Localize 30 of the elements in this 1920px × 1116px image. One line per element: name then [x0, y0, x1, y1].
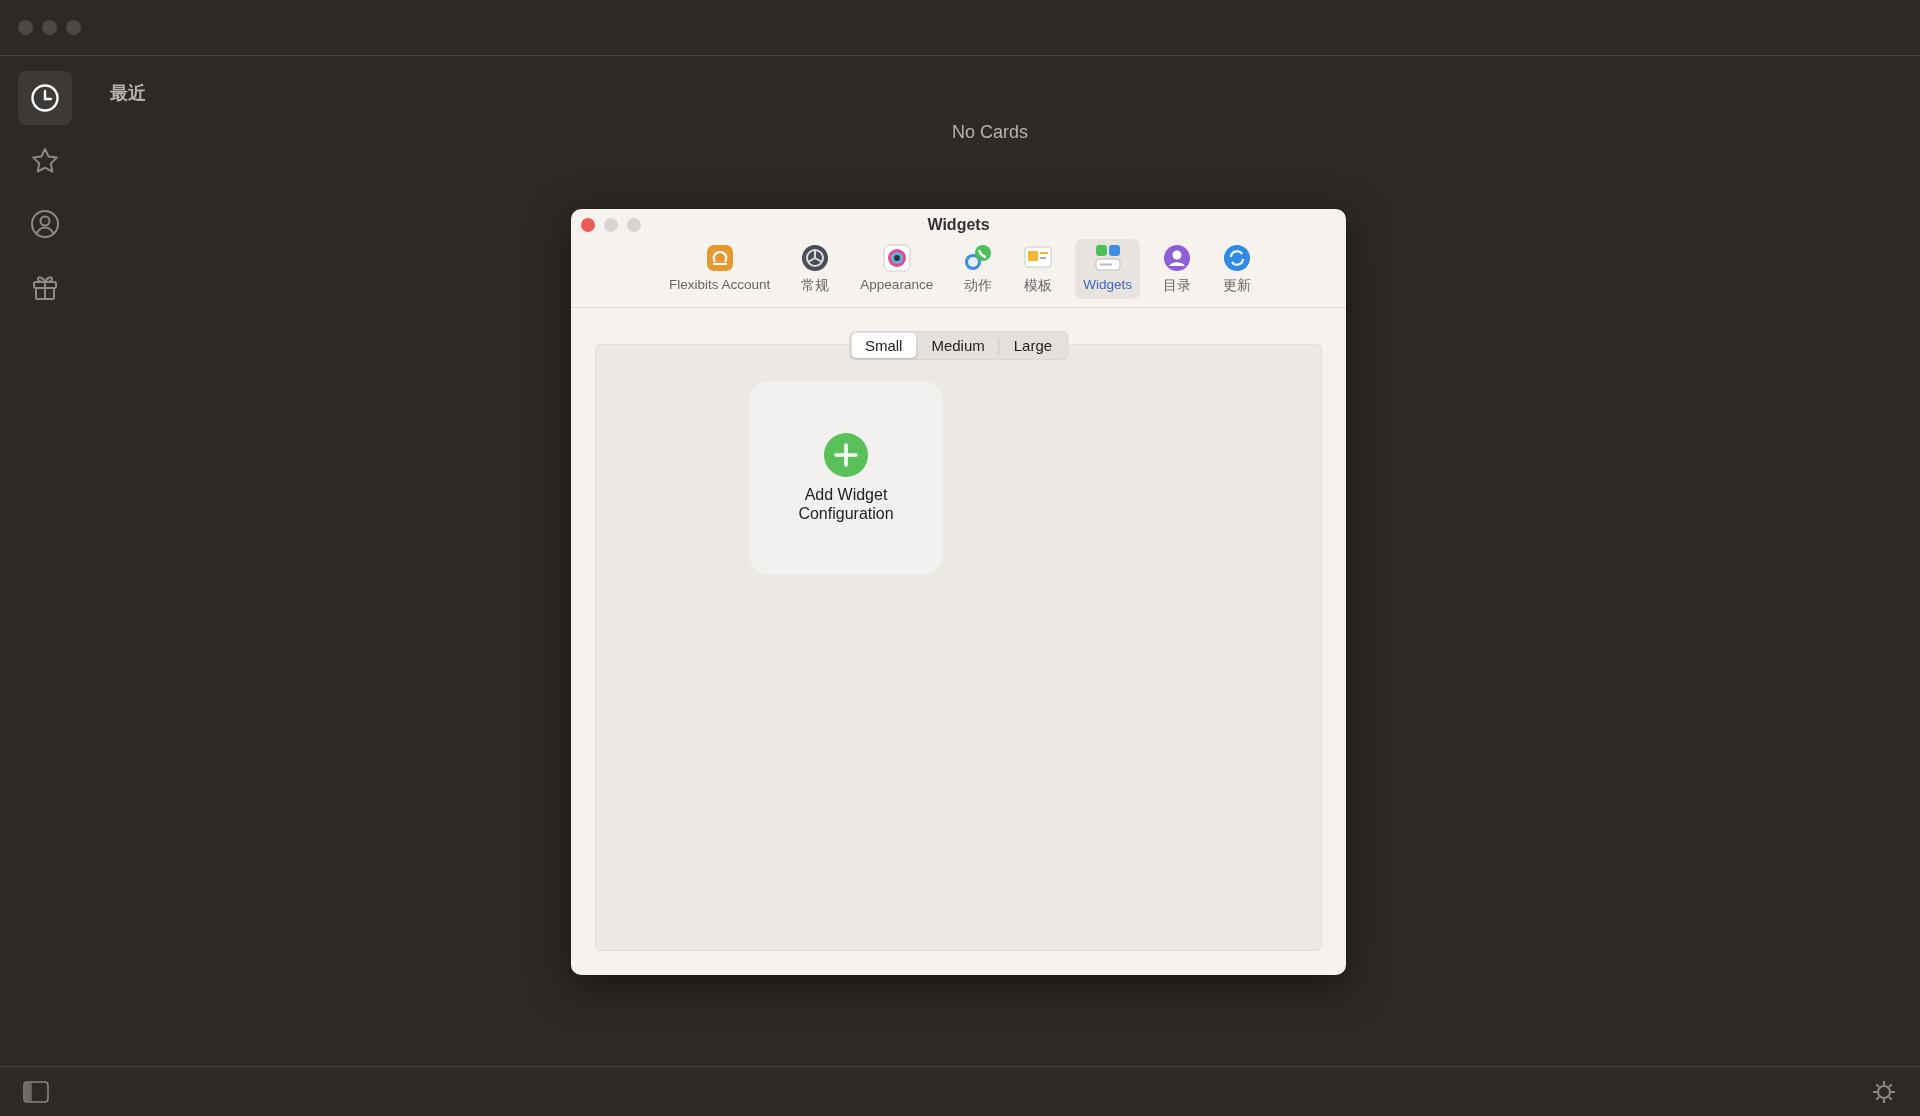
- empty-message: No Cards: [951, 122, 1029, 143]
- size-option[interactable]: Medium: [917, 333, 999, 358]
- phone-icon: [963, 243, 994, 273]
- dialog-close-button[interactable]: [581, 218, 595, 232]
- toolbar-tab[interactable]: 目录: [1153, 239, 1200, 299]
- toolbar-tab[interactable]: Flexibits Account: [661, 239, 779, 299]
- toolbar-tab[interactable]: Widgets: [1075, 239, 1140, 299]
- add-widget-card[interactable]: Add Widget Configuration: [749, 381, 943, 575]
- settings-icon[interactable]: [1871, 1078, 1897, 1105]
- color-wheel-icon: [881, 243, 912, 273]
- user-circle-icon: [30, 209, 60, 239]
- size-option[interactable]: Large: [999, 333, 1067, 358]
- refresh-icon: [1221, 243, 1252, 273]
- add-icon: [824, 432, 868, 477]
- toolbar-tab[interactable]: 常规: [792, 239, 839, 299]
- contact-icon: [1161, 243, 1192, 273]
- sidebar-toggle-icon[interactable]: [23, 1080, 49, 1103]
- star-icon: [30, 146, 60, 176]
- toolbar-tab[interactable]: 模板: [1015, 239, 1062, 299]
- toolbar-tab[interactable]: Appearance: [852, 239, 942, 299]
- widgets-icon: [1092, 243, 1123, 273]
- add-widget-label: Add Widget Configuration: [797, 484, 895, 524]
- toolbar-tab[interactable]: 更新: [1213, 239, 1260, 299]
- clock-icon: [30, 83, 60, 113]
- sidebar-item[interactable]: [18, 71, 72, 125]
- dialog-title: Widgets: [927, 215, 990, 234]
- toolbar-tab[interactable]: 动作: [955, 239, 1002, 299]
- size-option[interactable]: Small: [850, 333, 917, 358]
- section-heading: 最近: [110, 82, 147, 105]
- account-icon: [704, 243, 735, 273]
